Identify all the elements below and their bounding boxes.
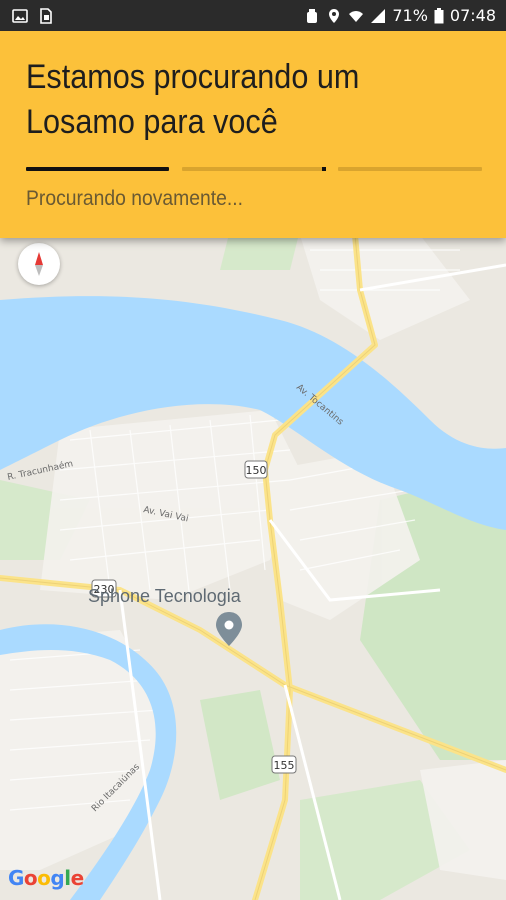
signal-icon (370, 8, 386, 24)
wifi-icon (348, 8, 364, 24)
page-title: Estamos procurando um Losamo para você (26, 58, 360, 141)
battery-percent: 71% (392, 6, 428, 25)
progress-step-2 (182, 167, 326, 171)
search-status-text: Procurando novamente... (26, 187, 243, 210)
road-shield: 150 (244, 460, 268, 479)
image-icon (12, 8, 28, 24)
svg-text:155: 155 (274, 759, 295, 772)
search-status-card: Estamos procurando um Losamo para você P… (0, 31, 506, 238)
alarm-icon (304, 8, 320, 24)
progress-step-3 (338, 167, 482, 171)
progress-step-1 (26, 167, 169, 171)
battery-icon (434, 7, 444, 24)
compass-icon (35, 252, 43, 276)
search-progress (26, 167, 482, 171)
svg-text:150: 150 (246, 464, 267, 477)
sim-icon (38, 7, 54, 24)
compass-button[interactable] (18, 243, 60, 285)
location-icon (326, 8, 342, 24)
status-bar: 71% 07:48 (0, 0, 506, 31)
google-logo: Google (8, 866, 84, 890)
road-shield: 155 (271, 755, 297, 774)
clock: 07:48 (449, 6, 496, 25)
poi-label[interactable]: Sphone Tecnologia (88, 586, 241, 607)
